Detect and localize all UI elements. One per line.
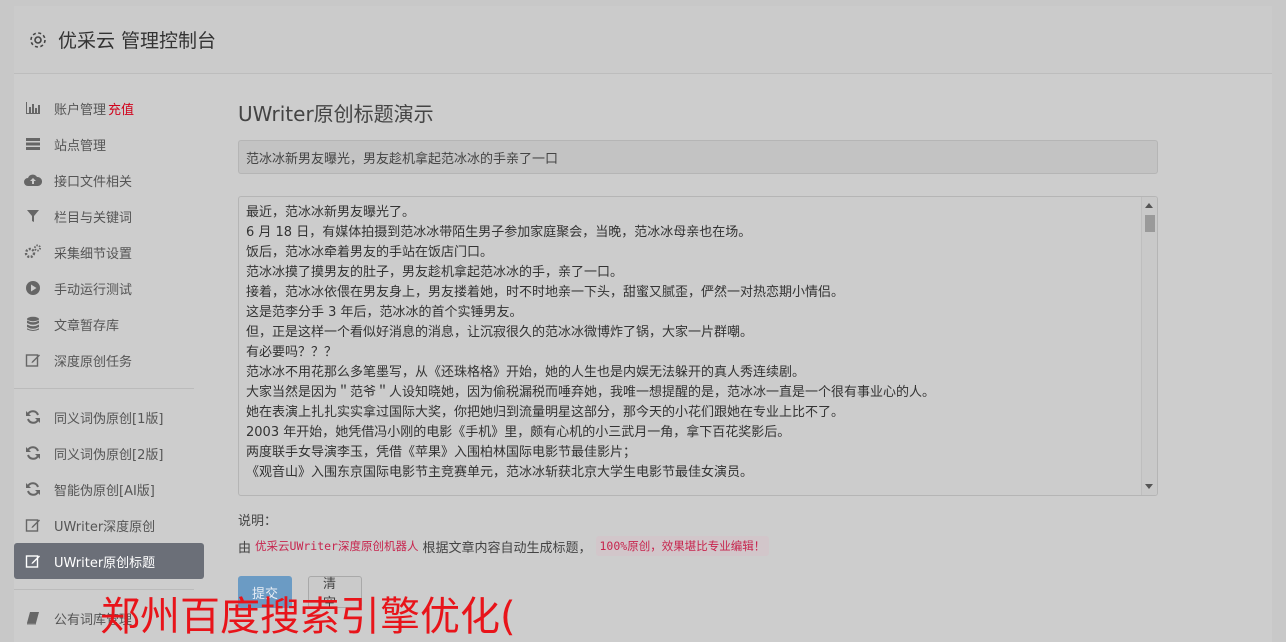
gear-icon bbox=[28, 30, 48, 50]
cloud-upload-icon bbox=[24, 171, 42, 189]
article-line: 范冰冰摸了摸男友的肚子，男友趁机拿起范冰冰的手，亲了一口。 bbox=[246, 265, 624, 280]
sidebar-item-synonym-v2[interactable]: 同义词伪原创[2版] bbox=[14, 435, 204, 471]
server-icon bbox=[24, 135, 42, 153]
sidebar-divider bbox=[14, 388, 194, 389]
sidebar-item-label: 接口文件相关 bbox=[54, 174, 133, 190]
article-scrollbar[interactable] bbox=[1141, 197, 1157, 495]
sidebar-item-sites[interactable]: 站点管理 bbox=[14, 126, 204, 162]
edit-icon bbox=[24, 552, 42, 570]
sidebar-item-label: 手动运行测试 bbox=[54, 282, 133, 298]
sidebar-item-columns[interactable]: 栏目与关键词 bbox=[14, 198, 204, 234]
book-icon bbox=[24, 609, 42, 627]
sidebar-nav: 账户管理 充值 站点管理 接口文件相关 栏目与关键词 采集细节设置 手动运行测试… bbox=[14, 90, 204, 636]
sidebar-item-label: 站点管理 bbox=[54, 138, 107, 154]
sidebar-item-label: UWriter深度原创 bbox=[54, 519, 156, 535]
description-line: 由 优采云UWriter深度原创机器人 根据文章内容自动生成标题， 100%原创… bbox=[238, 536, 1158, 556]
gears-icon bbox=[24, 243, 42, 261]
article-line: 有必要吗？？？ bbox=[246, 345, 338, 360]
sidebar-item-label: UWriter原创标题 bbox=[54, 555, 156, 571]
article-line: 大家当然是因为＂范爷＂人设知晓她，因为偷税漏税而唾弃她，我唯一想提醒的是，范冰冰… bbox=[246, 385, 936, 400]
article-line: 这是范李分手 3 年后，范冰冰的首个实锤男友。 bbox=[246, 305, 523, 320]
filter-icon bbox=[24, 207, 42, 225]
sidebar-item-synonym-v1[interactable]: 同义词伪原创[1版] bbox=[14, 399, 204, 435]
sidebar-item-deep-original-task[interactable]: 深度原创任务 bbox=[14, 342, 204, 378]
generated-title-value: 范冰冰新男友曝光，男友趁机拿起范冰冰的手亲了一口 bbox=[246, 151, 559, 167]
sidebar-item-collect-settings[interactable]: 采集细节设置 bbox=[14, 234, 204, 270]
sidebar-item-label: 采集细节设置 bbox=[54, 246, 133, 262]
article-line: 范冰冰不用花那么多笔墨写，从《还珠格格》开始，她的人生也是内娱无法躲开的真人秀连… bbox=[246, 365, 806, 380]
description-middle: 根据文章内容自动生成标题， bbox=[422, 540, 592, 556]
article-line: 6 月 18 日，有媒体拍摄到范冰冰带陌生男子参加家庭聚会，当晚，范冰冰母亲也在… bbox=[246, 225, 752, 240]
original-claim-code: 100%原创，效果堪比专业编辑！ bbox=[595, 536, 770, 556]
refresh-icon bbox=[24, 444, 42, 462]
article-line: 2003 年开始，她凭借冯小刚的电影《手机》里，颇有心机的小三武月一角，拿下百花… bbox=[246, 425, 791, 440]
sidebar-item-label: 智能伪原创[AI版] bbox=[54, 483, 155, 499]
sidebar-item-article-store[interactable]: 文章暂存库 bbox=[14, 306, 204, 342]
sidebar-item-label: 文章暂存库 bbox=[54, 318, 120, 334]
main-content: UWriter原创标题演示 范冰冰新男友曝光，男友趁机拿起范冰冰的手亲了一口 最… bbox=[238, 98, 1158, 611]
sidebar-item-uwriter-title[interactable]: UWriter原创标题 bbox=[14, 543, 204, 579]
scroll-up-icon[interactable] bbox=[1145, 203, 1153, 208]
article-text: 最近，范冰冰新男友曝光了。 6 月 18 日，有媒体拍摄到范冰冰带陌生男子参加家庭… bbox=[239, 197, 1157, 483]
article-line: 两度联手女导演李玉，凭借《苹果》入围柏林国际电影节最佳影片； bbox=[246, 445, 637, 460]
description-prefix: 由 bbox=[238, 540, 252, 556]
sidebar-item-uwriter-deep[interactable]: UWriter深度原创 bbox=[14, 507, 204, 543]
edit-icon bbox=[24, 516, 42, 534]
sidebar-item-label: 同义词伪原创[2版] bbox=[54, 447, 164, 463]
scroll-thumb[interactable] bbox=[1145, 215, 1155, 232]
article-textarea[interactable]: 最近，范冰冰新男友曝光了。 6 月 18 日，有媒体拍摄到范冰冰带陌生男子参加家庭… bbox=[238, 196, 1158, 496]
recharge-link[interactable]: 充值 bbox=[108, 99, 134, 118]
sidebar-item-label: 栏目与关键词 bbox=[54, 210, 133, 226]
sidebar-item-label: 深度原创任务 bbox=[54, 354, 133, 370]
sidebar-item-interface[interactable]: 接口文件相关 bbox=[14, 162, 204, 198]
sidebar-item-manual-run[interactable]: 手动运行测试 bbox=[14, 270, 204, 306]
sidebar-item-label: 账户管理 bbox=[54, 102, 107, 118]
sidebar-item-account[interactable]: 账户管理 充值 bbox=[14, 90, 204, 126]
app-title: 优采云 管理控制台 bbox=[58, 30, 217, 52]
watermark-overlay-text: 郑州百度搜索引擎优化( bbox=[100, 594, 516, 640]
sidebar-item-label: 同义词伪原创[1版] bbox=[54, 411, 164, 427]
play-circle-icon bbox=[24, 279, 42, 297]
refresh-icon bbox=[24, 408, 42, 426]
bar-chart-icon bbox=[24, 99, 42, 117]
article-line: 接着，范冰冰依偎在男友身上，男友搂着她，时不时地亲一下头，甜蜜又腻歪，俨然一对热… bbox=[246, 285, 845, 300]
edit-icon bbox=[24, 351, 42, 369]
top-header: 优采云 管理控制台 bbox=[14, 6, 1272, 74]
scroll-down-icon[interactable] bbox=[1145, 484, 1153, 489]
article-line: 《观音山》入围东京国际电影节主竞赛单元，范冰冰斩获北京大学生电影节最佳女演员。 bbox=[246, 465, 754, 480]
description-label: 说明： bbox=[238, 514, 278, 529]
sidebar-item-ai-rewrite[interactable]: 智能伪原创[AI版] bbox=[14, 471, 204, 507]
database-icon bbox=[24, 315, 42, 333]
generated-title-field[interactable]: 范冰冰新男友曝光，男友趁机拿起范冰冰的手亲了一口 bbox=[238, 140, 1158, 174]
page-title: UWriter原创标题演示 bbox=[238, 102, 434, 126]
refresh-icon bbox=[24, 480, 42, 498]
article-line: 她在表演上扎扎实实拿过国际大奖，你把她归到流量明星这部分，那今天的小花们跟她在专… bbox=[246, 405, 845, 420]
article-line: 最近，范冰冰新男友曝光了。 bbox=[246, 205, 416, 220]
robot-name-code: 优采云UWriter深度原创机器人 bbox=[255, 539, 419, 553]
article-line: 但，正是这样一个看似好消息的消息，让沉寂很久的范冰冰微博炸了锅，大家一片群嘲。 bbox=[246, 325, 754, 340]
article-line: 饭后，范冰冰牵着男友的手站在饭店门口。 bbox=[246, 245, 494, 260]
